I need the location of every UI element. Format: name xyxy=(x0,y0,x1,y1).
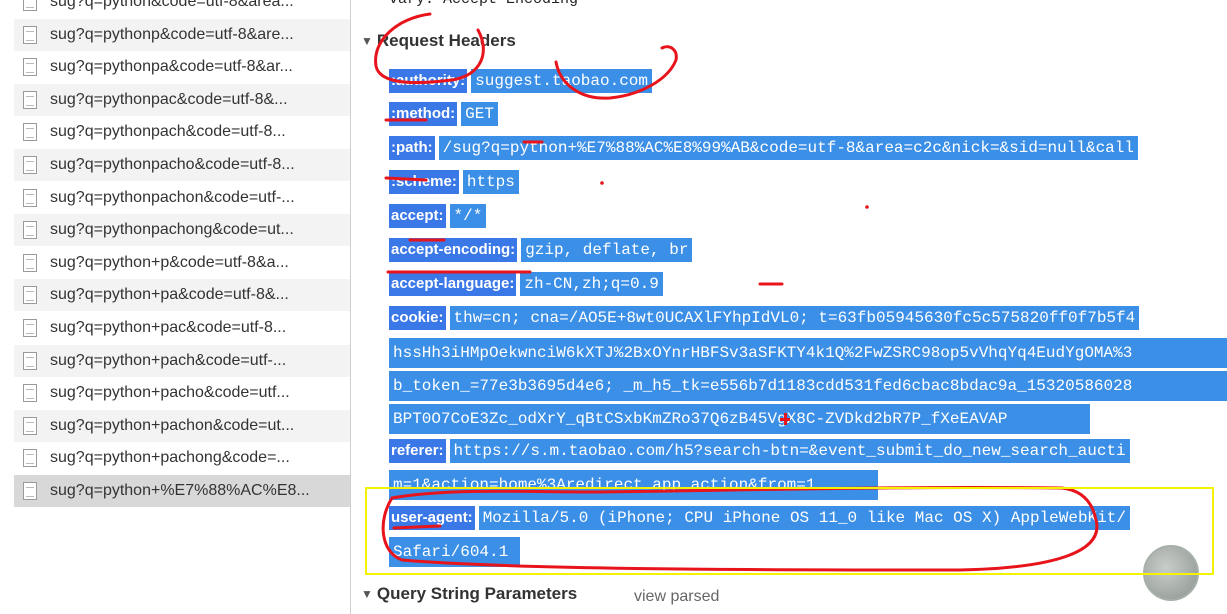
document-icon xyxy=(23,0,37,11)
request-name: sug?q=pythonpac&code=utf-8&... xyxy=(50,90,288,108)
request-list-item[interactable]: sug?q=pythonpacho&code=utf-8... xyxy=(14,149,350,181)
document-icon xyxy=(23,188,37,207)
document-icon xyxy=(23,482,37,500)
request-headers-title: Request Headers xyxy=(376,31,516,50)
headers-panel: vary: Accept-Encoding ▼ Request Headers … xyxy=(351,0,1227,614)
request-list-item[interactable]: sug?q=pythonpac&code=utf-8&... xyxy=(14,83,350,116)
expand-triangle-icon: ▼ xyxy=(361,587,373,601)
request-list-item[interactable]: sug?q=pythonpach&code=utf-8... xyxy=(14,116,350,148)
document-icon xyxy=(23,221,37,240)
user-agent-value-line-2: Safari/604.1 xyxy=(389,537,520,567)
request-list-item[interactable]: sug?q=python+pachong&code=... xyxy=(14,442,350,474)
document-icon xyxy=(23,449,37,468)
header-key: :authority: xyxy=(389,69,468,93)
floating-assistant-icon[interactable] xyxy=(1143,545,1199,601)
request-list-item[interactable]: sug?q=pythonpachong&code=ut... xyxy=(14,214,350,247)
document-icon xyxy=(23,58,37,77)
request-name: sug?q=pythonpacho&code=utf-8... xyxy=(50,156,295,173)
header-value: GET xyxy=(461,102,498,126)
request-list: sug?q=python&code=utf-8&area... sug?q=pyt… xyxy=(0,0,350,614)
prev-header-line: vary: Accept-Encoding xyxy=(389,0,578,8)
header-key: cookie: xyxy=(389,306,446,330)
request-name: sug?q=pythonpach&code=utf-8... xyxy=(50,123,286,141)
request-list-item[interactable]: sug?q=python+pachon&code=ut... xyxy=(14,409,350,442)
request-list-item[interactable]: sug?q=python+pac&code=utf-8... xyxy=(14,312,350,344)
header-key: :path: xyxy=(389,136,435,160)
request-name: sug?q=python+pacho&code=utf... xyxy=(50,384,290,402)
header-value: suggest.taobao.com xyxy=(471,69,652,93)
request-list-item[interactable]: sug?q=python+pach&code=utf-... xyxy=(14,344,350,377)
request-name: sug?q=pythonpachong&code=ut... xyxy=(50,221,294,239)
request-name: sug?q=python+pac&code=utf-8... xyxy=(50,319,287,336)
request-list-item[interactable]: sug?q=python+pa&code=utf-8&... xyxy=(14,279,350,312)
header-accept[interactable]: accept: */* xyxy=(389,203,487,229)
request-name: sug?q=python&code=utf-8&area... xyxy=(50,0,294,10)
header-value: /sug?q=python+%E7%88%AC%E8%99%AB&code=ut… xyxy=(438,136,1138,160)
document-icon xyxy=(23,253,37,272)
request-name: sug?q=pythonpachon&code=utf-... xyxy=(50,188,295,206)
request-list-item[interactable]: sug?q=python+p&code=utf-8&a... xyxy=(14,247,350,279)
request-list-item[interactable]: sug?q=python+%E7%88%AC%E8... xyxy=(14,475,350,507)
header-key: accept: xyxy=(389,204,446,228)
request-name: sug?q=pythonp&code=utf-8&are... xyxy=(50,25,294,43)
request-headers-toggle[interactable]: ▼ Request Headers xyxy=(361,31,516,51)
request-list-item[interactable]: sug?q=pythonp&code=utf-8&are... xyxy=(14,18,350,51)
request-name: sug?q=python+pachon&code=ut... xyxy=(50,416,295,434)
header-accept-language[interactable]: accept-language: zh-CN,zh;q=0.9 xyxy=(389,271,663,297)
header-value: https://s.m.taobao.com/h5?search-btn=&ev… xyxy=(449,439,1130,463)
header-value: https xyxy=(462,170,519,194)
document-icon xyxy=(23,25,37,44)
header-authority[interactable]: :authority: suggest.taobao.com xyxy=(389,68,652,94)
document-icon xyxy=(23,90,37,109)
request-name: sug?q=pythonpa&code=utf-8&ar... xyxy=(50,58,293,76)
request-list-item[interactable]: sug?q=pythonpachon&code=utf-... xyxy=(14,182,350,214)
header-key: referer: xyxy=(389,439,446,463)
cookie-value-line-4: BPT0O7CoE3Zc_odXrY_qBtCSxbKmZRo37Q6zB45V… xyxy=(389,404,1090,434)
header-value: Mozilla/5.0 (iPhone; CPU iPhone OS 11_0 … xyxy=(478,506,1130,530)
header-value: */* xyxy=(449,204,487,228)
header-user-agent[interactable]: user-agent: Mozilla/5.0 (iPhone; CPU iPh… xyxy=(389,505,1130,531)
request-name: sug?q=python+pachong&code=... xyxy=(50,449,290,467)
document-icon xyxy=(23,319,37,337)
header-key: :method: xyxy=(389,102,458,126)
header-key: user-agent: xyxy=(389,506,475,530)
header-scheme[interactable]: :scheme: https xyxy=(389,169,519,195)
expand-triangle-icon: ▼ xyxy=(361,34,373,48)
request-name: sug?q=python+pa&code=utf-8&... xyxy=(50,286,289,304)
document-icon xyxy=(23,351,37,370)
header-cookie[interactable]: cookie: thw=cn; cna=/AO5E+8wt0UCAXlFYhpI… xyxy=(389,305,1140,331)
header-path[interactable]: :path: /sug?q=python+%E7%88%AC%E8%99%AB&… xyxy=(389,135,1138,161)
document-icon xyxy=(23,416,37,435)
header-value: zh-CN,zh;q=0.9 xyxy=(520,272,663,296)
query-string-title: Query String Parameters xyxy=(376,584,578,603)
header-value: thw=cn; cna=/AO5E+8wt0UCAXlFYhpIdVL0; t=… xyxy=(449,306,1140,330)
header-key: accept-encoding: xyxy=(389,238,518,262)
document-icon xyxy=(23,123,37,142)
header-value: gzip, deflate, br xyxy=(521,238,693,262)
request-list-item[interactable]: sug?q=python&code=utf-8&area... xyxy=(14,0,350,18)
request-name: sug?q=python+pach&code=utf-... xyxy=(50,351,287,369)
request-name: sug?q=python+p&code=utf-8&a... xyxy=(50,253,289,271)
referer-value-line-2: m=1&action=home%3Aredirect_app_action&fr… xyxy=(389,470,878,500)
header-accept-encoding[interactable]: accept-encoding: gzip, deflate, br xyxy=(389,237,693,263)
cookie-value-line-3: b_token_=77e3b3695d4e6; _m_h5_tk=e556b7d… xyxy=(389,371,1227,401)
header-key: accept-language: xyxy=(389,272,517,296)
request-name: sug?q=python+%E7%88%AC%E8... xyxy=(50,482,310,499)
header-method[interactable]: :method: GET xyxy=(389,101,498,127)
header-referer[interactable]: referer: https://s.m.taobao.com/h5?searc… xyxy=(389,438,1130,464)
cookie-value-line-2: hssHh3iHMpOekwnciW6kXTJ%2BxOYnrHBFSv3aSF… xyxy=(389,338,1227,368)
document-icon xyxy=(23,156,37,174)
view-parsed-link[interactable]: view parsed xyxy=(634,588,719,606)
query-string-toggle[interactable]: ▼ Query String Parameters xyxy=(361,584,577,604)
document-icon xyxy=(23,286,37,305)
document-icon xyxy=(23,384,37,403)
header-key: :scheme: xyxy=(389,170,459,194)
request-list-item[interactable]: sug?q=pythonpa&code=utf-8&ar... xyxy=(14,51,350,83)
request-list-item[interactable]: sug?q=python+pacho&code=utf... xyxy=(14,377,350,409)
